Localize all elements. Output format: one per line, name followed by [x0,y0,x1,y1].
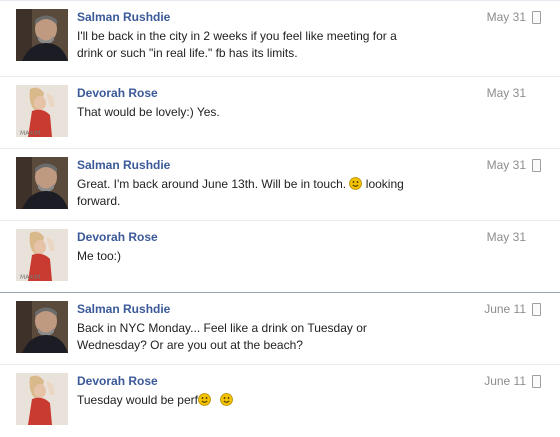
avatar-salman-rushdie[interactable] [16,301,68,353]
avatar-devorah-rose[interactable]: MAXIM [16,229,68,281]
sender-name[interactable]: Salman Rushdie [77,302,170,316]
trash-icon[interactable] [532,375,541,388]
message-text: Tuesday would be perf [77,392,437,409]
message-item: MAXIM Devorah Rose May 31 Me too:) [0,220,560,293]
sender-name[interactable]: Devorah Rose [77,86,158,100]
trash-icon[interactable] [532,11,541,24]
message-item: Salman Rushdie May 31 I'll be back in th… [0,0,560,73]
message-text: I'll be back in the city in 2 weeks if y… [77,29,397,60]
smiley-icon [349,177,363,190]
message-text: That would be lovely:) Yes. [77,105,220,119]
message-item: Devorah Rose June 11 Tuesday would be pe… [0,364,560,437]
message-date: May 31 [486,158,526,172]
sender-name[interactable]: Salman Rushdie [77,10,170,24]
trash-icon[interactable] [532,303,541,316]
sender-name[interactable]: Salman Rushdie [77,158,170,172]
avatar-salman-rushdie[interactable] [16,157,68,209]
message-text: Great. I'm back around June 13th. Will b… [77,177,404,208]
message-item: MAXIM Devorah Rose May 31 That would be … [0,76,560,149]
svg-text:MAXIM: MAXIM [20,274,40,281]
trash-icon[interactable] [532,159,541,172]
message-text: Back in NYC Monday... Feel like a drink … [77,321,367,352]
avatar-devorah-rose[interactable] [16,373,68,425]
message-date: June 11 [484,302,526,316]
message-date: May 31 [486,86,526,100]
smiley-icon [220,393,234,406]
avatar-devorah-rose[interactable]: MAXIM [16,85,68,137]
message-item: Salman Rushdie June 11 Back in NYC Monda… [0,292,560,365]
sender-name[interactable]: Devorah Rose [77,230,158,244]
avatar-salman-rushdie[interactable] [16,9,68,61]
sender-name[interactable]: Devorah Rose [77,374,158,388]
message-text: Me too:) [77,249,122,263]
message-item: Salman Rushdie May 31 Great. I'm back ar… [0,148,560,221]
message-date: May 31 [486,230,526,244]
message-date: June 11 [484,374,526,388]
message-date: May 31 [486,10,526,24]
svg-text:MAXIM: MAXIM [20,130,40,137]
message-thread: Salman Rushdie May 31 I'll be back in th… [0,0,560,425]
smiley-icon [198,393,211,406]
